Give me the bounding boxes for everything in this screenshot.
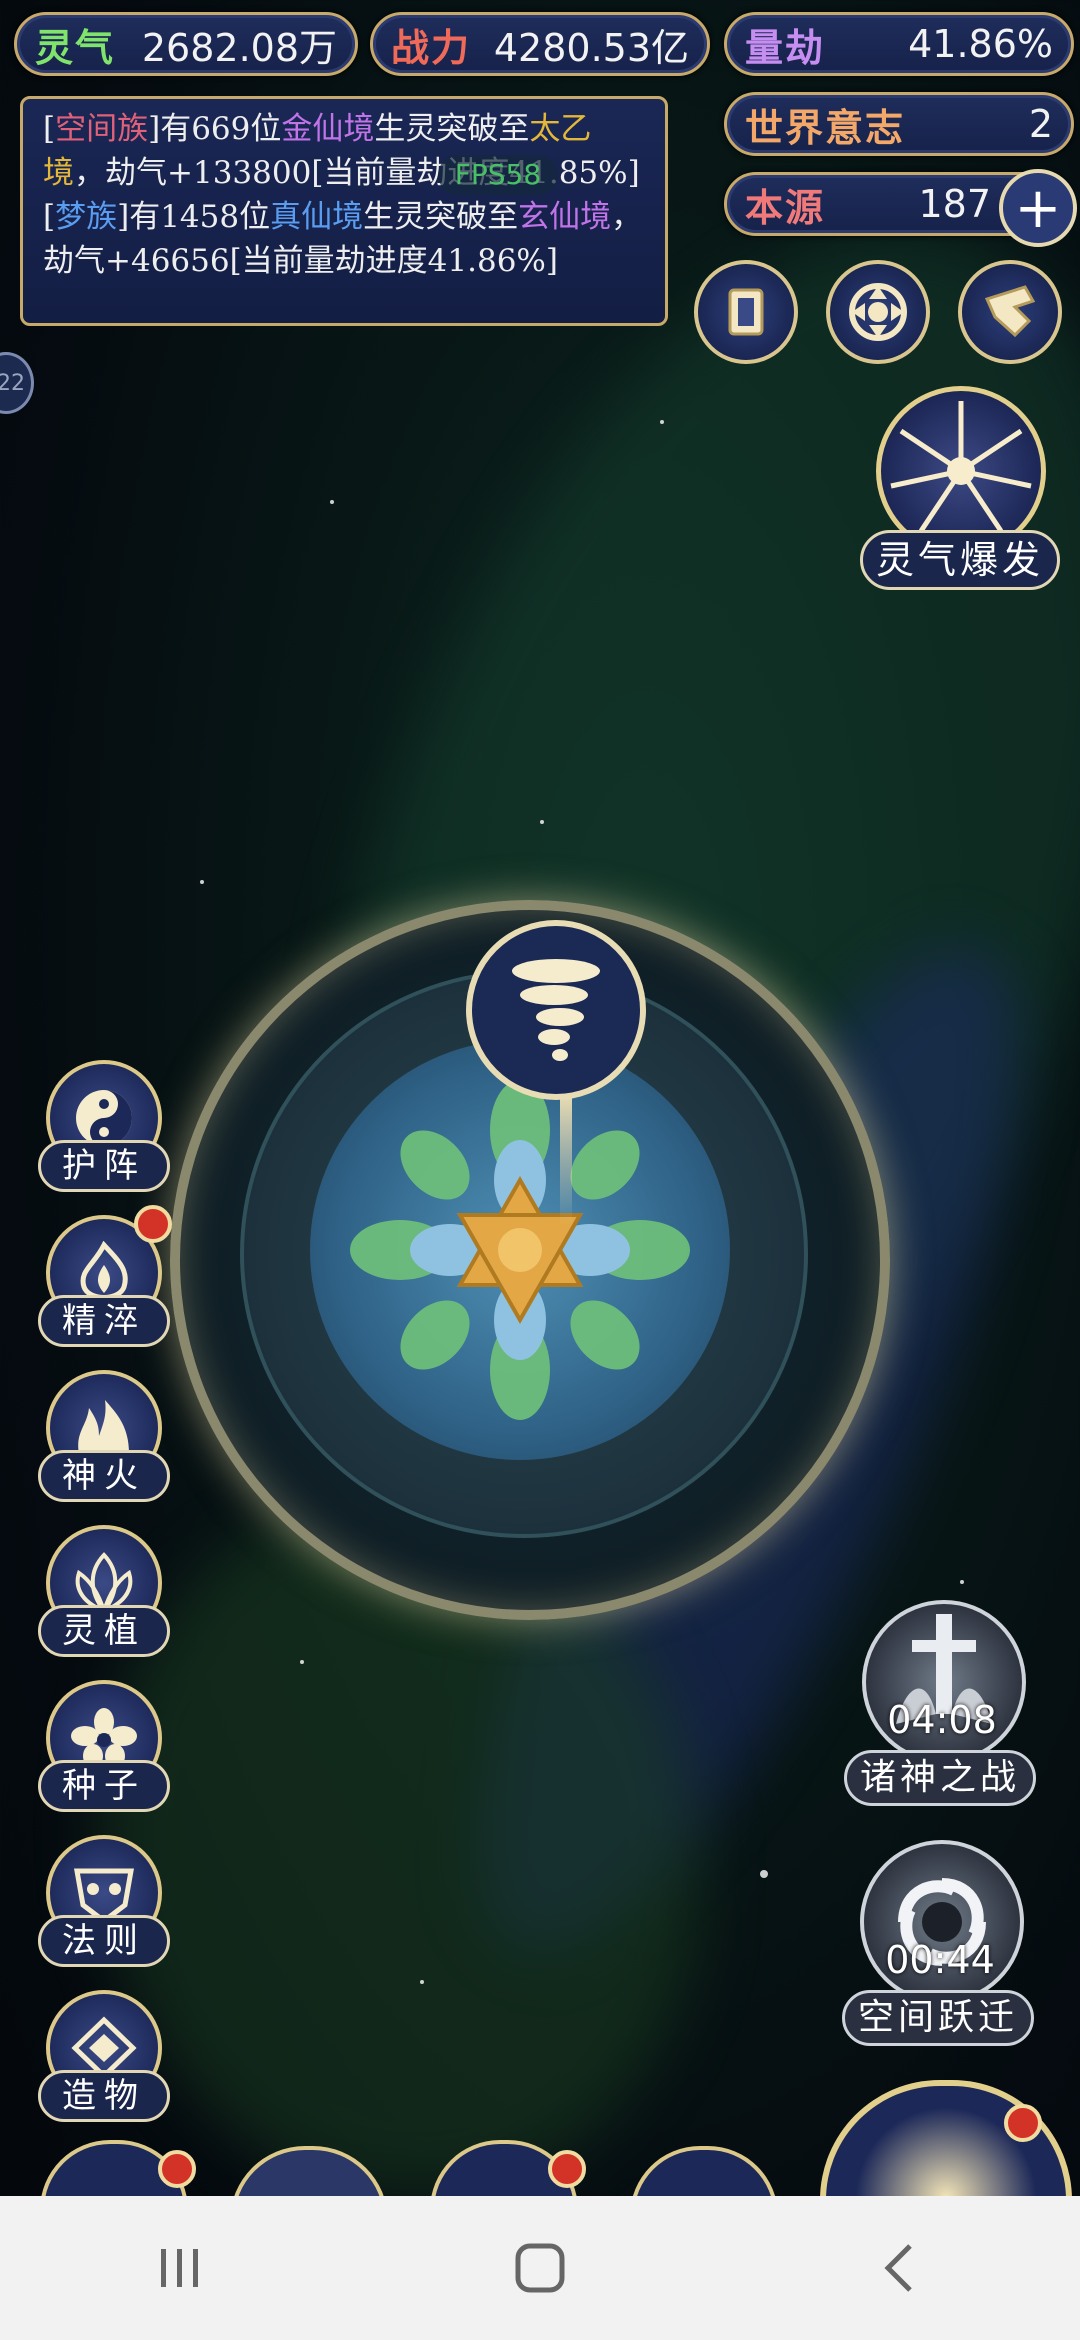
skill-zhongzi[interactable]: 种子 — [38, 1680, 170, 1820]
star — [540, 820, 544, 824]
lotus-world-icon — [350, 1080, 690, 1420]
event-log-entry: [梦族]有1458位真仙境生灵突破至玄仙境，劫气+46656[当前量劫进度41.… — [43, 195, 645, 283]
gods-battle-button[interactable]: 04:08 诸神之战 — [842, 1600, 1042, 1810]
liangjie-label: 量劫 — [745, 24, 826, 70]
vortex-button[interactable] — [826, 260, 930, 364]
benyuan-resource[interactable]: 本源 187 + — [724, 169, 1077, 247]
world-will-value: 2 — [1028, 102, 1053, 146]
star — [960, 1580, 964, 1584]
lingqi-label: 灵气 — [35, 24, 116, 70]
gods-battle-label: 诸神之战 — [844, 1750, 1036, 1806]
zhanli-resource[interactable]: 战力 4280.53亿 — [370, 12, 710, 76]
event-log-panel: [空间族]有669位金仙境生灵突破至太乙境，劫气+133800[当前量劫进度41… — [20, 96, 668, 326]
back-icon — [884, 2244, 912, 2292]
msg-text: ]有669位 — [148, 111, 282, 147]
space-jump-timer: 00:44 — [885, 1938, 995, 1982]
benyuan-label: 本源 — [745, 184, 826, 230]
msg-race: 空间族 — [55, 111, 149, 147]
fps-counter: FPS58 — [438, 155, 558, 195]
star — [200, 880, 204, 884]
msg-text: [ — [43, 111, 56, 147]
add-benyuan-button[interactable]: + — [999, 169, 1077, 247]
msg-target-realm: 玄仙境 — [518, 199, 612, 235]
msg-realm: 金仙境 — [281, 111, 375, 147]
msg-race: 梦族 — [55, 199, 118, 235]
star — [300, 1660, 304, 1664]
world-will-label: 世界意志 — [745, 104, 906, 150]
card-icon — [728, 288, 764, 336]
sunburst-icon — [890, 401, 1032, 533]
zhanli-value: 4280.53亿 — [493, 25, 689, 70]
side-drawer-tab[interactable]: 22 — [0, 352, 34, 414]
skill-zaowu[interactable]: 造物 — [38, 1990, 170, 2130]
hand-icon — [984, 285, 1036, 338]
system-nav-bar — [0, 2196, 1080, 2340]
recent-apps-button[interactable] — [120, 2218, 240, 2318]
vortex-icon — [849, 283, 907, 341]
skill-label: 精淬 — [38, 1295, 170, 1347]
spirit-burst-button[interactable]: 灵气爆发 — [860, 380, 1060, 600]
skill-label: 护阵 — [38, 1140, 170, 1192]
liangjie-value: 41.86% — [908, 22, 1053, 66]
home-icon — [515, 2243, 565, 2293]
card-button[interactable] — [694, 260, 798, 364]
star — [660, 420, 664, 424]
skill-shenhuo[interactable]: 神火 — [38, 1370, 170, 1510]
msg-text: ]有1458位 — [117, 199, 271, 235]
msg-realm: 真仙境 — [270, 199, 364, 235]
gods-battle-timer: 04:08 — [887, 1698, 997, 1742]
skill-faze[interactable]: 法则 — [38, 1835, 170, 1975]
skill-lingzhi[interactable]: 灵植 — [38, 1525, 170, 1665]
msg-text: 生灵突破至 — [374, 111, 530, 147]
msg-text: [ — [43, 199, 56, 235]
skill-label: 法则 — [38, 1915, 170, 1967]
space-jump-label: 空间跃迁 — [842, 1990, 1034, 2046]
star — [330, 500, 334, 504]
back-button[interactable] — [840, 2218, 960, 2318]
lingqi-resource[interactable]: 灵气 2682.08万 — [14, 12, 358, 76]
notification-dot — [1004, 2104, 1042, 2142]
notification-dot — [134, 1205, 172, 1243]
skill-label: 灵植 — [38, 1605, 170, 1657]
home-button[interactable] — [480, 2218, 600, 2318]
star — [760, 1870, 768, 1878]
liangjie-resource[interactable]: 量劫 41.86% — [724, 12, 1074, 76]
disaster-marker[interactable] — [466, 920, 646, 1100]
skill-label: 神火 — [38, 1450, 170, 1502]
hand-button[interactable] — [958, 260, 1062, 364]
msg-text: 生灵突破至 — [363, 199, 519, 235]
notification-dot — [548, 2150, 586, 2188]
spirit-burst-label: 灵气爆发 — [860, 530, 1060, 590]
benyuan-value: 187 — [918, 182, 991, 226]
marker-pin-stem — [560, 1096, 572, 1226]
tornado-icon — [512, 959, 600, 1061]
lingqi-value: 2682.08万 — [141, 25, 337, 70]
notification-dot — [158, 2150, 196, 2188]
recent-apps-icon — [161, 2249, 198, 2287]
space-jump-button[interactable]: 00:44 空间跃迁 — [840, 1840, 1040, 2050]
skill-jingcui[interactable]: 精淬 — [38, 1205, 172, 1355]
skill-huzhen[interactable]: 护阵 — [38, 1060, 170, 1200]
world-core[interactable] — [310, 1040, 730, 1460]
world-will-resource[interactable]: 世界意志 2 — [724, 92, 1074, 156]
star — [420, 1980, 424, 1984]
zhanli-label: 战力 — [391, 24, 472, 70]
skill-label: 造物 — [38, 2070, 170, 2122]
skill-label: 种子 — [38, 1760, 170, 1812]
